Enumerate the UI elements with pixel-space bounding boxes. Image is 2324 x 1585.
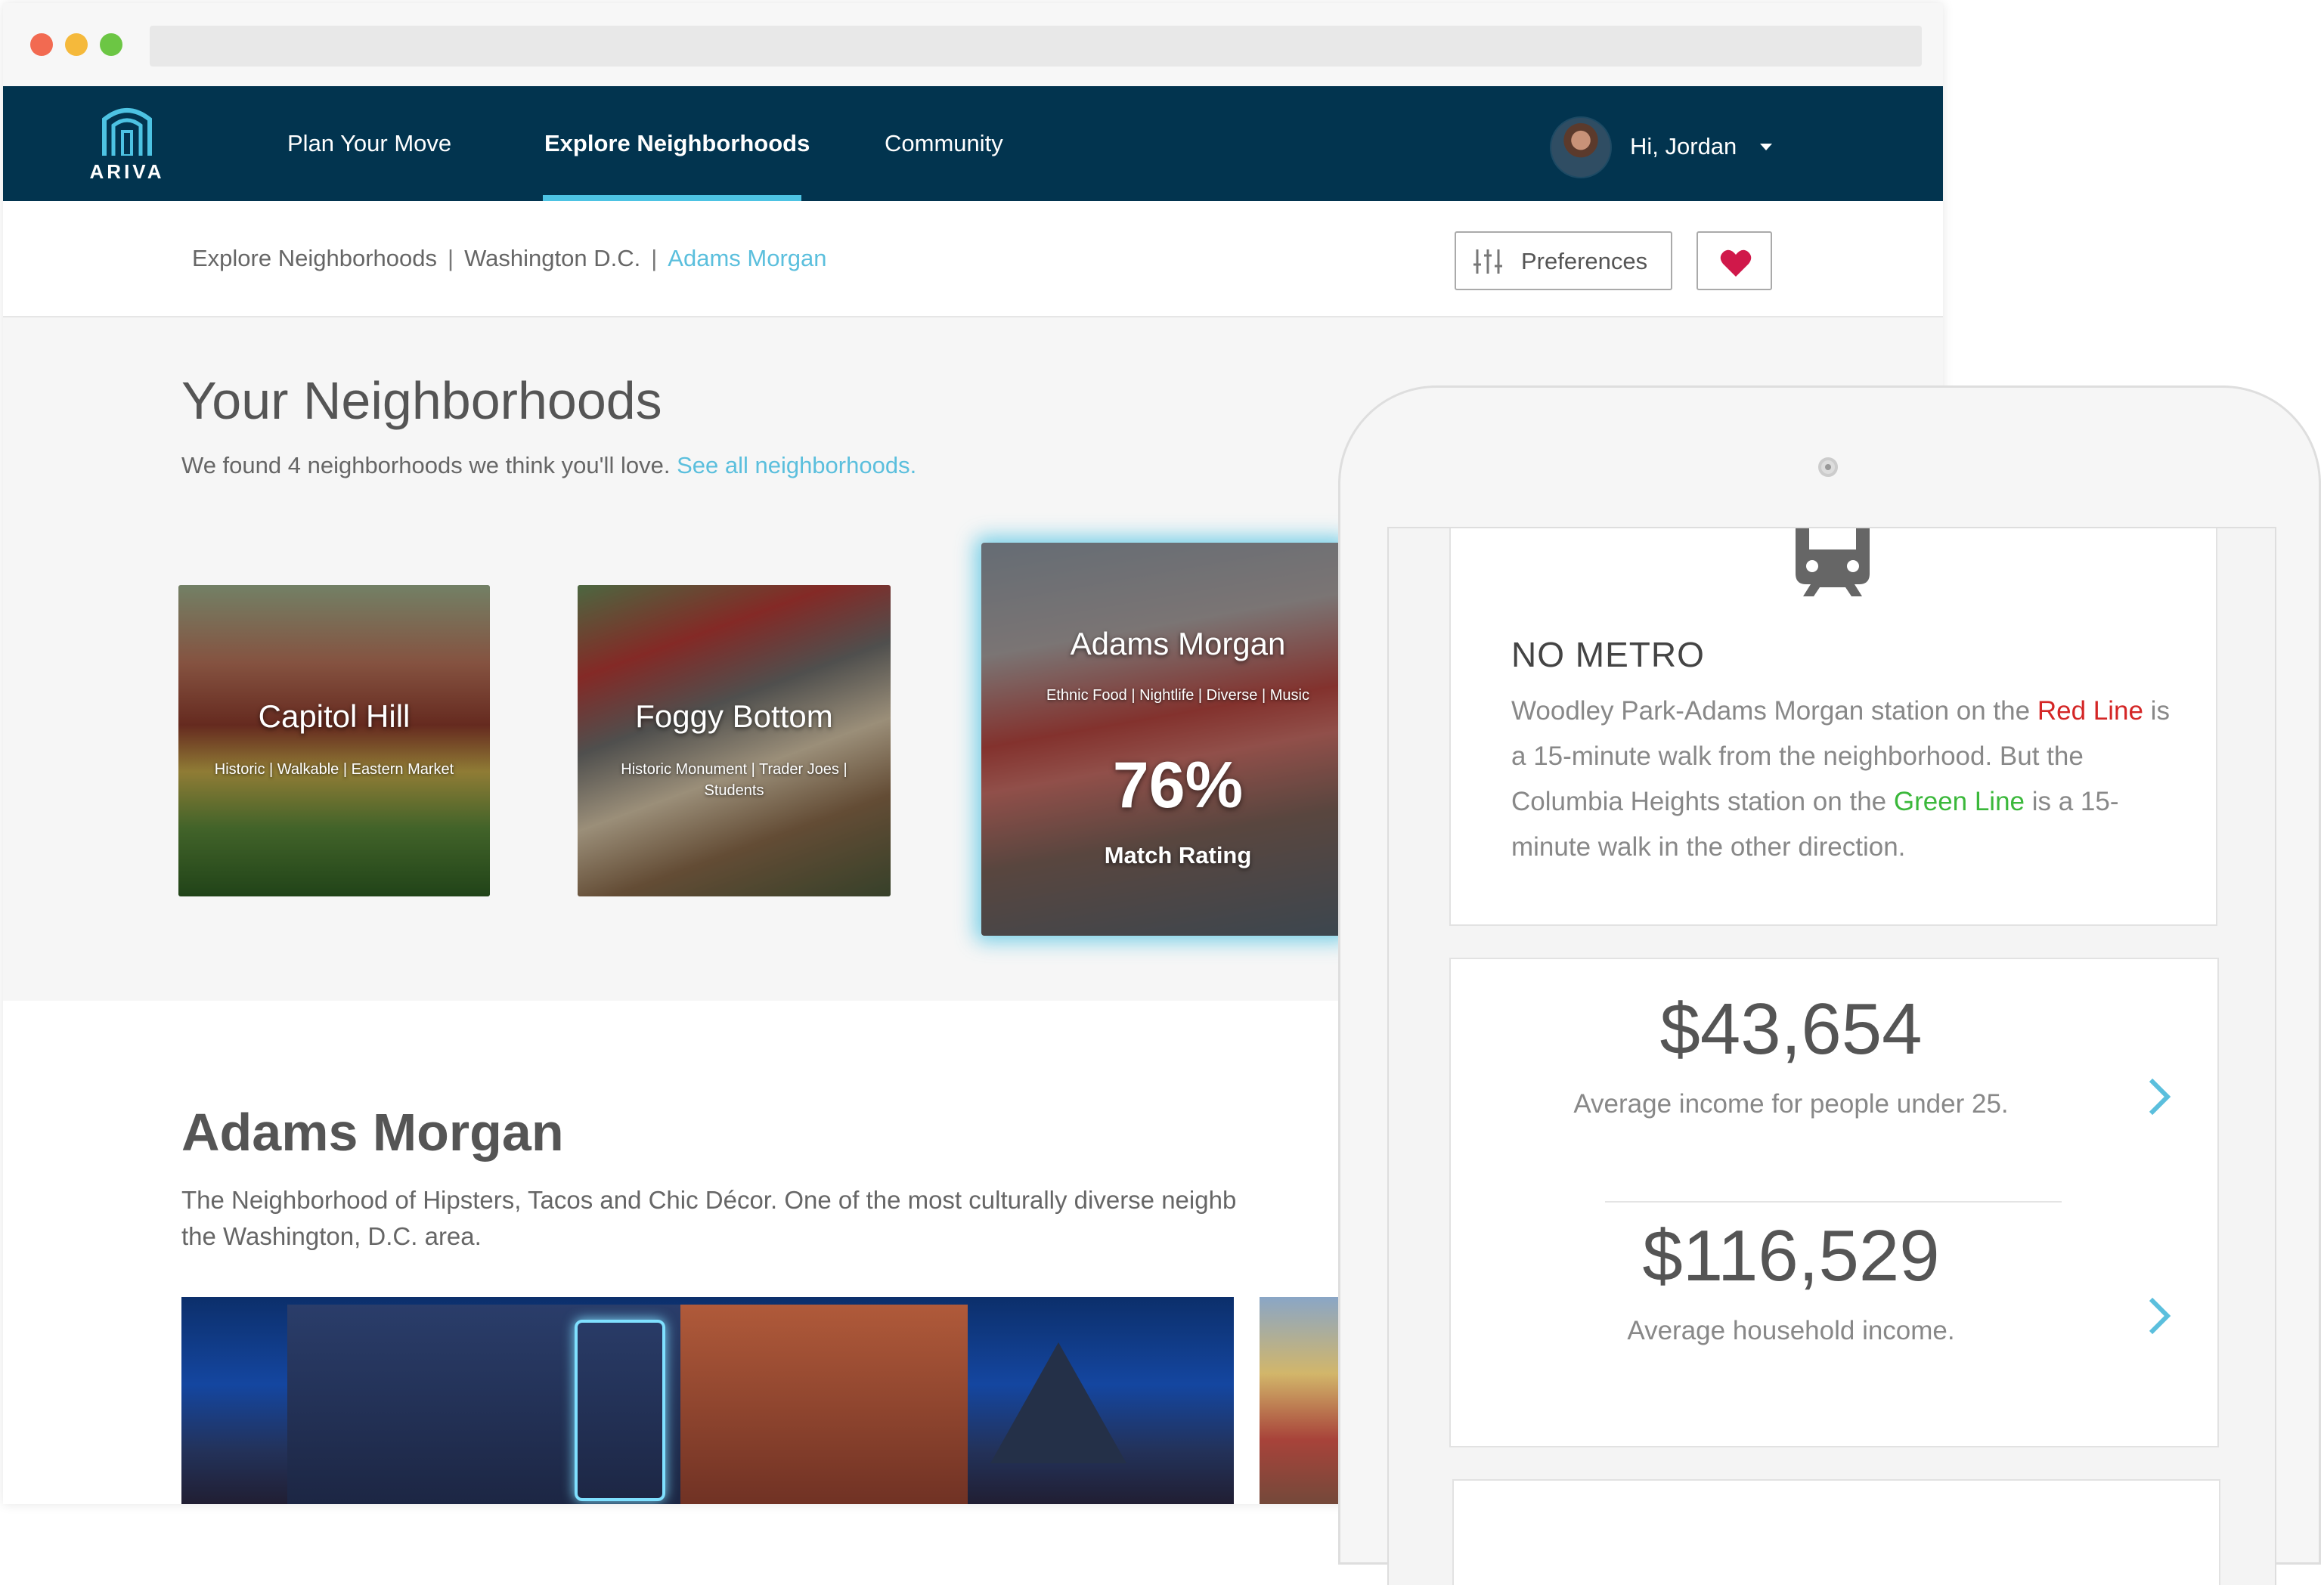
income-under-25-label: Average income for people under 25. [1573,1089,2009,1119]
neighborhood-card-foggy-bottom[interactable]: Foggy Bottom Historic Monument | Trader … [578,585,891,896]
preferences-label: Preferences [1521,248,1648,274]
top-nav: ARIVA Plan Your Move Explore Neighborhoo… [3,86,1943,201]
address-bar[interactable] [150,26,1922,67]
breadcrumb-explore-neighborhoods[interactable]: Explore Neighborhoods [192,245,437,271]
preferences-button[interactable]: Preferences [1455,231,1672,290]
detail-title: Adams Morgan [181,1103,564,1162]
breadcrumb: Explore Neighborhoods | Washington D.C. | Ad… [192,245,827,272]
neighborhood-card-capitol-hill[interactable]: Capitol Hill Historic | Walkable | Easte… [178,585,490,896]
breadcrumb-bar: Explore Neighborhoods | Washington D.C. | Ad… [3,201,1943,317]
chevron-right-icon[interactable] [2146,1076,2172,1118]
household-income-value: $116,529 [1642,1215,1940,1296]
caret-down-icon[interactable] [1760,144,1772,150]
active-nav-indicator [543,195,801,201]
card-title: Foggy Bottom [635,698,833,734]
user-greeting[interactable]: Hi, Jordan [1630,133,1737,160]
photo-neon-sign [575,1320,665,1501]
window-minimize-button[interactable] [65,33,88,56]
next-panel [1452,1479,2220,1585]
train-icon [1796,528,1870,596]
income-divider [1605,1201,2062,1203]
heart-icon [1720,249,1752,277]
match-rating-label: Match Rating [1104,842,1252,868]
detail-description: The Neighborhood of Hipsters, Tacos and … [181,1186,1237,1250]
card-tags: Historic | Walkable | Eastern Market [214,761,454,778]
window-close-button[interactable] [30,33,53,56]
favorite-button[interactable] [1697,231,1772,290]
chevron-right-icon[interactable] [2146,1295,2172,1337]
neighborhood-photo[interactable] [181,1297,1234,1504]
browser-chrome [3,3,1943,86]
photo-building [680,1305,968,1504]
nav-community[interactable]: Community [885,130,1003,157]
card-overlay [178,585,490,896]
subtitle-text: We found 4 neighborhoods we think you'll… [181,452,671,478]
photo-roof [990,1342,1126,1463]
card-title: Capitol Hill [258,698,411,734]
tablet-screen: NO METRO Woodley Park-Adams Morgan stati… [1387,527,2276,1585]
metro-panel: NO METRO Woodley Park-Adams Morgan stati… [1449,528,2217,926]
tablet-camera [1818,457,1838,477]
red-line-label: Red Line [2037,696,2143,726]
sliders-icon [1473,249,1502,274]
card-tags: Ethnic Food | Nightlife | Diverse | Musi… [1046,687,1309,704]
income-panel: $43,654 Average income for people under … [1449,958,2219,1447]
section-title: Your Neighborhoods [181,371,662,430]
breadcrumb-separator: | [448,245,454,271]
card-overlay [578,585,891,896]
section-subtitle: We found 4 neighborhoods we think you'll… [181,452,916,479]
card-title: Adams Morgan [1070,626,1286,661]
breadcrumb-adams-morgan: Adams Morgan [668,245,827,271]
card-tags: Historic Monument | Trader Joes | Studen… [621,761,847,799]
household-income-label: Average household income. [1627,1316,1955,1345]
metro-title: NO METRO [1511,635,1705,674]
user-avatar[interactable] [1550,116,1612,178]
ariva-logo[interactable]: ARIVA [85,106,169,189]
tablet-device: NO METRO Woodley Park-Adams Morgan stati… [1338,385,2321,1585]
building-logo-icon [102,108,152,156]
nav-explore-neighborhoods[interactable]: Explore Neighborhoods [544,130,810,157]
metro-text-1: Woodley Park-Adams Morgan station on the [1511,696,2037,726]
breadcrumb-separator: | [651,245,658,271]
see-all-neighborhoods-link[interactable]: See all neighborhoods. [677,452,916,478]
card-overlay [981,543,1344,936]
green-line-label: Green Line [1893,787,2025,816]
neighborhood-photo-secondary[interactable] [1260,1297,1350,1504]
income-under-25-value: $43,654 [1659,989,1923,1070]
logo-text: ARIVA [89,160,165,183]
match-rating-value: 76% [1112,749,1244,822]
nav-plan-your-move[interactable]: Plan Your Move [287,130,451,157]
metro-description: Woodley Park-Adams Morgan station on the… [1511,689,2192,870]
breadcrumb-washington-dc[interactable]: Washington D.C. [464,245,640,271]
window-maximize-button[interactable] [100,33,122,56]
neighborhood-card-adams-morgan[interactable]: Adams Morgan Ethnic Food | Nightlife | D… [981,543,1344,936]
